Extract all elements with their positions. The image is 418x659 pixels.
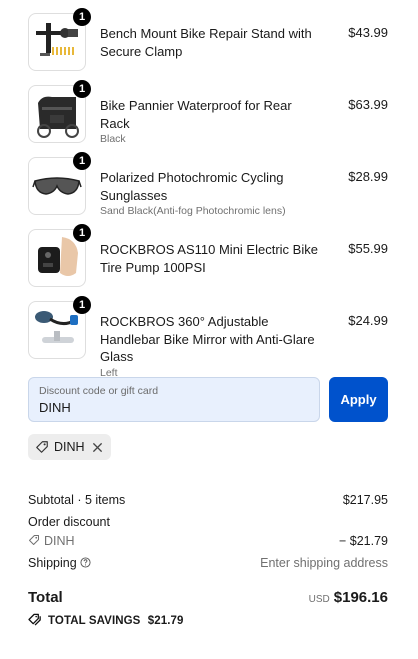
shipping-label: Shipping [28, 556, 77, 570]
order-discount-row: Order discount [28, 515, 388, 529]
quantity-badge: 1 [73, 296, 91, 314]
tag-icon [36, 441, 48, 453]
total-savings-label: TOTAL SAVINGS [48, 615, 141, 627]
product-price: $43.99 [348, 25, 388, 40]
discount-amount: − $21.79 [338, 534, 388, 548]
applied-discount-chip: DINH [28, 434, 111, 460]
savings-tag-icon [28, 613, 41, 626]
discount-code-row: DINH − $21.79 [28, 534, 388, 548]
product-variant: Sand Black(Anti-fog Photochromic lens) [100, 205, 286, 217]
total-savings-value: $21.79 [147, 615, 184, 627]
sunglasses-image [32, 177, 82, 195]
product-thumbnail: 1 [28, 152, 91, 215]
total-label: Total [28, 589, 63, 606]
shipping-value: Enter shipping address [260, 556, 388, 570]
line-item: 1 ROCKBROS AS110 Mini Electric Bike Tire… [28, 224, 388, 301]
line-item: 1 Polarized Photochromic Cycling Sunglas… [28, 152, 388, 229]
subtotal-value: $217.95 [342, 493, 388, 507]
product-variant: Black [100, 133, 126, 145]
discount-input-value[interactable]: DINH [39, 400, 309, 415]
product-thumbnail: 1 [28, 80, 91, 143]
total-row: Total USD $196.16 [28, 589, 388, 606]
product-price: $55.99 [348, 241, 388, 256]
apply-discount-button[interactable]: Apply [329, 377, 388, 422]
quantity-badge: 1 [73, 224, 91, 242]
tag-icon [29, 535, 39, 545]
order-discount-label: Order discount [28, 515, 110, 529]
line-item: 1 Bench Mount Bike Repair Stand with Sec… [28, 8, 388, 85]
subtotal-row: Subtotal · 5 items $217.95 [28, 493, 388, 507]
product-title: Bench Mount Bike Repair Stand with Secur… [100, 26, 312, 59]
discount-code-label: DINH [44, 534, 75, 548]
applied-discount-code: DINH [54, 440, 85, 454]
product-title: ROCKBROS 360° Adjustable Handlebar Bike … [100, 314, 315, 364]
subtotal-label: Subtotal · 5 items [28, 493, 126, 507]
tire-pump-image [38, 237, 78, 276]
help-icon[interactable] [80, 557, 91, 568]
quantity-badge: 1 [73, 8, 91, 26]
product-thumbnail: 1 [28, 224, 91, 287]
total-savings-row: TOTAL SAVINGS $21.79 [28, 613, 388, 627]
discount-form: Discount code or gift card DINH Apply [28, 377, 388, 422]
close-icon[interactable] [92, 442, 103, 453]
product-thumbnail: 1 [28, 8, 91, 71]
product-title: ROCKBROS AS110 Mini Electric Bike Tire P… [100, 242, 318, 275]
discount-code-input[interactable]: Discount code or gift card DINH [28, 377, 320, 422]
product-price: $24.99 [348, 313, 388, 328]
shipping-row: Shipping Enter shipping address [28, 556, 388, 570]
product-price: $63.99 [348, 97, 388, 112]
product-title: Polarized Photochromic Cycling Sunglasse… [100, 170, 284, 203]
product-title: Bike Pannier Waterproof for Rear Rack [100, 98, 292, 131]
product-thumbnail: 1 [28, 296, 91, 359]
line-items-list: 1 Bench Mount Bike Repair Stand with Sec… [28, 8, 388, 379]
quantity-badge: 1 [73, 152, 91, 170]
product-price: $28.99 [348, 169, 388, 184]
bike-mirror-image [35, 311, 78, 343]
total-amount: $196.16 [333, 589, 388, 606]
repair-stand-image [36, 23, 78, 56]
currency-code: USD [308, 594, 330, 605]
quantity-badge: 1 [73, 80, 91, 98]
line-item: 1 ROCKBROS 360° Adjustable Handlebar Bik… [28, 296, 388, 379]
pannier-bag-image [37, 96, 79, 138]
discount-input-label: Discount code or gift card [39, 385, 159, 397]
line-item: 1 Bike Pannier Waterproof for Rear Rack … [28, 80, 388, 157]
